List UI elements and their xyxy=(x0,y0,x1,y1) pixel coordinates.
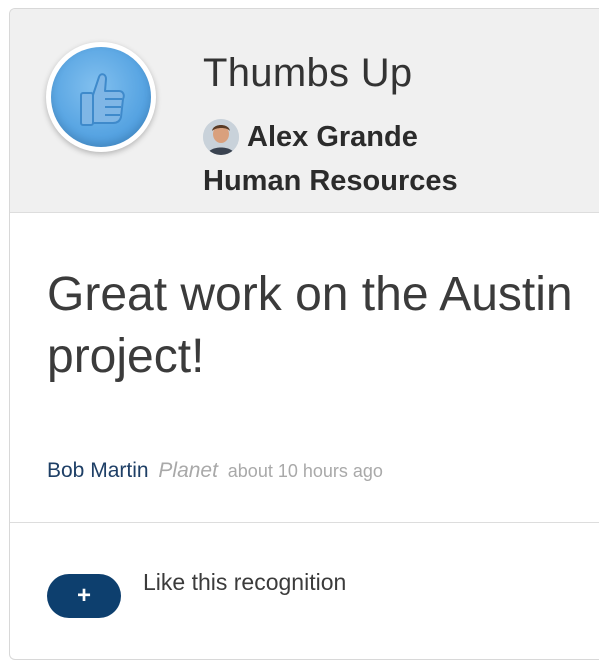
avatar[interactable] xyxy=(203,119,239,155)
thumbs-up-icon xyxy=(51,47,151,147)
recognition-message: Great work on the Austin project! xyxy=(47,268,573,383)
like-button[interactable]: + xyxy=(47,574,121,618)
recipient-name[interactable]: Alex Grande xyxy=(247,121,418,154)
card-header: Thumbs Up Alex Grande Human Resources xyxy=(10,9,599,213)
timestamp: about 10 hours ago xyxy=(227,461,383,481)
divider xyxy=(10,522,599,523)
planet-label: Planet xyxy=(158,459,218,482)
recipient[interactable]: Alex Grande xyxy=(203,117,418,157)
author-link[interactable]: Bob Martin xyxy=(47,459,149,482)
award-title: Thumbs Up xyxy=(203,51,413,95)
recognition-meta: Bob Martin Planet about 10 hours ago xyxy=(47,459,383,483)
award-badge xyxy=(46,42,156,152)
recipient-department: Human Resources xyxy=(203,165,458,197)
recognition-card: Thumbs Up Alex Grande Human Resources Gr… xyxy=(9,8,599,660)
like-label: Like this recognition xyxy=(143,569,347,595)
